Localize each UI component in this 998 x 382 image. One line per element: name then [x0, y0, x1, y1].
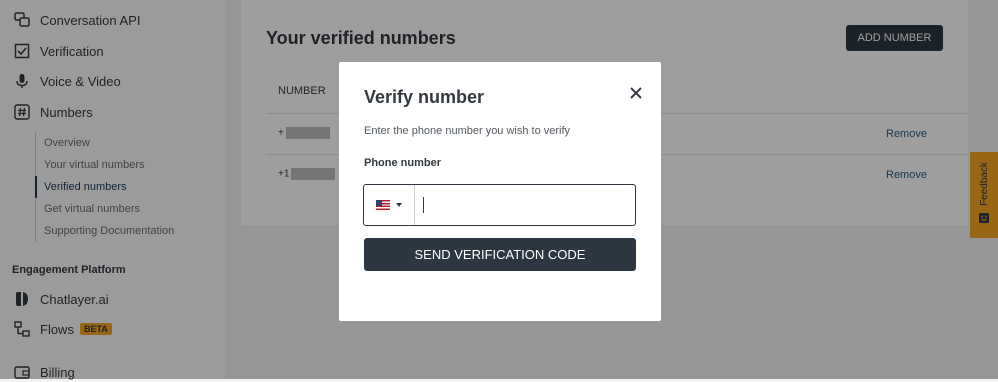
- close-icon[interactable]: [627, 84, 645, 102]
- chevron-down-icon: [396, 203, 402, 207]
- country-select[interactable]: [364, 185, 415, 225]
- send-verification-code-button[interactable]: SEND VERIFICATION CODE: [364, 238, 636, 271]
- text-cursor: [423, 197, 424, 213]
- phone-number-input[interactable]: [415, 185, 635, 225]
- modal-title: Verify number: [364, 87, 485, 107]
- phone-number-field: [363, 184, 636, 226]
- modal-description: Enter the phone number you wish to verif…: [364, 125, 571, 137]
- us-flag-icon: [376, 200, 390, 210]
- phone-number-label: Phone number: [364, 157, 442, 169]
- verify-number-modal: Verify number Enter the phone number you…: [339, 62, 661, 321]
